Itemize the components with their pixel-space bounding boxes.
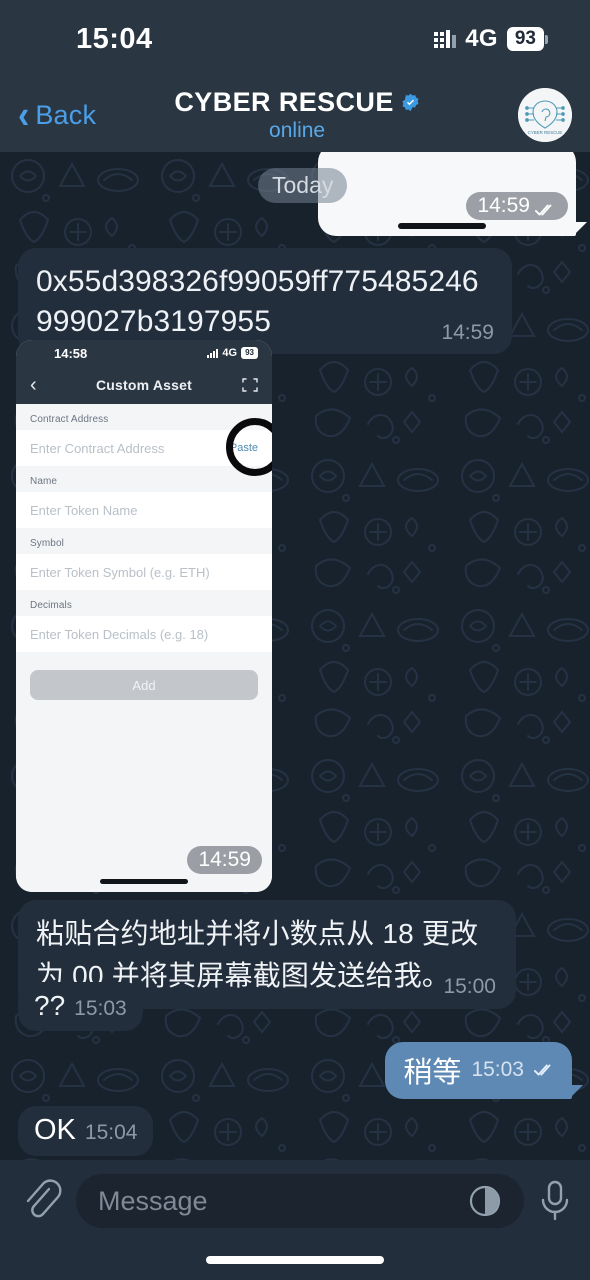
embedded-battery-level: 93: [241, 347, 258, 359]
page-title: CYBER RESCUE: [174, 87, 394, 117]
embedded-nav-bar: ‹ Custom Asset: [16, 366, 272, 404]
network-type: 4G: [465, 25, 498, 52]
ok-text: OK: [34, 1114, 76, 1146]
battery-level: 93: [506, 27, 544, 51]
message-timestamp: 14:59: [187, 846, 262, 874]
status-clock: 15:04: [76, 22, 153, 55]
field-label-decimals: Decimals: [30, 600, 72, 611]
message-placeholder: Message: [98, 1185, 208, 1216]
field-placeholder: Enter Token Symbol (e.g. ETH): [30, 564, 210, 580]
field-placeholder: Enter Token Decimals (e.g. 18): [30, 626, 209, 642]
chat-header: ‹ Back CYBER RESCUE online CYBER RESCUE: [0, 78, 590, 152]
embedded-status-bar: 14:58 4G 93: [16, 340, 272, 366]
battery-indicator: 93: [506, 27, 548, 51]
field-label-name: Name: [30, 476, 58, 487]
status-indicators: 4G 93: [434, 25, 548, 53]
field-token-symbol[interactable]: Enter Token Symbol (e.g. ETH): [16, 554, 272, 590]
svg-text:CYBER RESCUE: CYBER RESCUE: [528, 130, 563, 135]
message-bubble-outgoing-image[interactable]: 14:59: [318, 144, 587, 236]
microphone-icon[interactable]: [538, 1178, 572, 1224]
message-timestamp: 15:03: [74, 997, 127, 1020]
message-bubble-wallet-screenshot[interactable]: 14:58 4G 93 ‹ Custom Asset Contract Addr…: [16, 340, 272, 892]
message-timestamp: 14:59: [466, 192, 568, 220]
verified-badge-icon: [401, 93, 420, 112]
embedded-network-type: 4G: [222, 347, 238, 359]
status-bar: 15:04 4G 93: [0, 0, 590, 78]
sticker-icon[interactable]: [468, 1184, 502, 1218]
add-button[interactable]: Add: [30, 670, 258, 700]
chat-title-block[interactable]: CYBER RESCUE online: [76, 87, 518, 143]
embedded-signal-icon: [207, 348, 219, 358]
avatar[interactable]: CYBER RESCUE: [518, 88, 572, 142]
question-text: ??: [34, 990, 66, 1021]
paperclip-icon[interactable]: [18, 1176, 62, 1222]
message-timestamp: 15:04: [84, 1121, 138, 1144]
message-timestamp: 15:00: [443, 975, 496, 998]
embedded-home-indicator: [100, 879, 188, 884]
signal-bars-icon: [434, 30, 457, 48]
chevron-left-icon: ‹: [18, 93, 30, 137]
message-bubble-question[interactable]: ?? 15:03: [18, 982, 143, 1031]
embedded-page-title: Custom Asset: [95, 377, 192, 393]
field-placeholder: Enter Contract Address: [30, 440, 165, 456]
cyber-rescue-avatar-icon: CYBER RESCUE: [518, 88, 572, 142]
message-timestamp: 14:59: [441, 321, 494, 344]
double-check-icon: [534, 1063, 556, 1077]
contract-address-text: 0x55d398326f99059ff775485246999027b31979…: [36, 265, 479, 338]
message-input[interactable]: Message: [76, 1174, 524, 1228]
online-status: online: [269, 119, 326, 142]
message-bubble-contract-address[interactable]: 0x55d398326f99059ff775485246999027b31979…: [18, 248, 512, 354]
phone-screen: 15:04 4G 93 ‹ Back CYBER RESCUE online C…: [0, 0, 590, 1280]
message-list[interactable]: Today 14:59 0x55d398326f99059ff775485246…: [0, 144, 590, 1160]
field-label-symbol: Symbol: [30, 538, 64, 549]
field-token-decimals[interactable]: Enter Token Decimals (e.g. 18): [16, 616, 272, 652]
redaction-bar: [398, 223, 486, 229]
embedded-form[interactable]: Contract Address Enter Contract Address …: [16, 404, 272, 892]
wait-reply-text: 稍等: [403, 1057, 462, 1089]
field-placeholder: Enter Token Name: [30, 502, 138, 518]
message-timestamp: 15:03: [471, 1058, 524, 1081]
field-token-name[interactable]: Enter Token Name: [16, 492, 272, 528]
qr-scan-icon[interactable]: [242, 377, 258, 393]
message-bubble-ok[interactable]: OK 15:04: [18, 1106, 154, 1156]
home-indicator: [206, 1256, 384, 1264]
double-check-icon: [535, 199, 557, 216]
date-separator: Today: [258, 168, 348, 203]
embedded-clock: 14:58: [54, 345, 88, 361]
message-bubble-wait-reply[interactable]: 稍等 15:03: [385, 1042, 583, 1099]
